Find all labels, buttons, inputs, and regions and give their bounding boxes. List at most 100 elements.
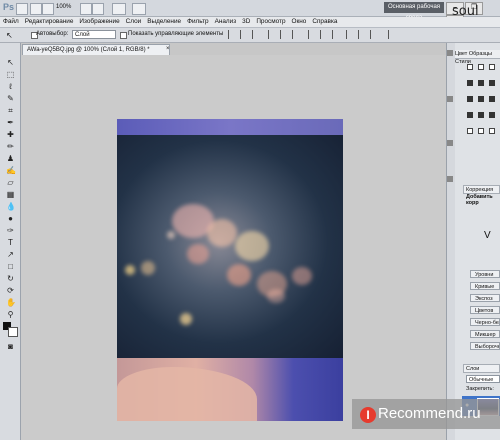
autoselect-label: Автовыбор:: [36, 31, 69, 37]
distribute-bottom-icon[interactable]: [332, 30, 341, 39]
shape-tool-icon[interactable]: □: [6, 262, 15, 271]
lasso-tool-icon[interactable]: ℓ: [6, 82, 15, 91]
menu-layers[interactable]: Слои: [123, 17, 145, 27]
quick-mask-icon[interactable]: ◙: [6, 342, 15, 351]
menu-image[interactable]: Изображение: [76, 17, 122, 27]
menu-filter[interactable]: Фильтр: [184, 17, 211, 27]
align-right-icon[interactable]: [292, 30, 301, 39]
adjust-item-hue[interactable]: Цветов: [470, 306, 500, 314]
style-swatch[interactable]: [467, 112, 473, 118]
3d-rotate-tool-icon[interactable]: ↻: [6, 274, 15, 283]
blend-mode-select[interactable]: Обычные: [466, 375, 500, 383]
close-doc-icon[interactable]: ×: [166, 46, 170, 52]
style-swatch[interactable]: [478, 128, 484, 134]
pen-tool-icon[interactable]: ✑: [6, 226, 15, 235]
style-swatch[interactable]: [489, 112, 495, 118]
marquee-tool-icon[interactable]: ⬚: [6, 70, 15, 79]
brush-tool-icon[interactable]: ✏: [6, 142, 15, 151]
auto-align-icon[interactable]: [388, 30, 397, 39]
distribute-middle-icon[interactable]: [320, 30, 329, 39]
crop-tool-icon[interactable]: ⌗: [6, 106, 15, 115]
style-swatch[interactable]: [478, 96, 484, 102]
adjust-item-exposure[interactable]: Экспоз: [470, 294, 500, 302]
recommend-logo-icon: I: [360, 407, 376, 423]
tab-swatches[interactable]: Образцы: [469, 51, 492, 57]
align-center-icon[interactable]: [280, 30, 289, 39]
move-tool-preset-icon[interactable]: ↖: [6, 31, 13, 40]
dock-icon-2[interactable]: [447, 96, 453, 102]
adjust-item-mixer[interactable]: Микшер: [470, 330, 500, 338]
blur-tool-icon[interactable]: 💧: [6, 202, 16, 211]
view-extras-icon[interactable]: [42, 3, 54, 15]
align-left-icon[interactable]: [268, 30, 277, 39]
rotate-view-icon[interactable]: [92, 3, 104, 15]
screen-mode-icon[interactable]: [132, 3, 146, 15]
document-image[interactable]: [117, 119, 343, 421]
arrange-docs-icon[interactable]: [112, 3, 126, 15]
workspace-switcher-button[interactable]: Основная рабочая среда: [384, 2, 444, 21]
tab-layers[interactable]: Слои: [463, 364, 500, 373]
style-swatch[interactable]: [467, 96, 473, 102]
adjust-item-black-white[interactable]: Черно-бел: [470, 318, 500, 326]
healing-tool-icon[interactable]: ✚: [6, 130, 15, 139]
dodge-tool-icon[interactable]: ●: [6, 214, 15, 223]
levels-preset-icon[interactable]: V: [484, 230, 491, 241]
menu-window[interactable]: Окно: [289, 17, 310, 27]
adjust-item-curves[interactable]: Кривые: [470, 282, 500, 290]
adjust-item-selective[interactable]: Выборочн: [470, 342, 500, 350]
align-top-icon[interactable]: [228, 30, 237, 39]
style-swatch[interactable]: [478, 112, 484, 118]
history-brush-tool-icon[interactable]: ✍: [6, 166, 16, 175]
gradient-tool-icon[interactable]: ▦: [6, 190, 15, 199]
distribute-left-icon[interactable]: [346, 30, 355, 39]
menu-view[interactable]: Просмотр: [253, 17, 288, 27]
photoshop-logo: Ps: [3, 2, 15, 12]
style-swatch[interactable]: [467, 80, 473, 86]
dock-icon-3[interactable]: [447, 140, 453, 146]
type-tool-icon[interactable]: T: [6, 238, 15, 247]
zoom-tool-icon[interactable]: ⚲: [6, 310, 15, 319]
style-swatch[interactable]: [489, 64, 495, 70]
bridge-icon[interactable]: [16, 3, 28, 15]
style-swatch[interactable]: [467, 64, 473, 70]
quick-select-tool-icon[interactable]: ✎: [6, 94, 15, 103]
stamp-tool-icon[interactable]: ♟: [6, 154, 15, 163]
eyedropper-tool-icon[interactable]: ✒: [6, 118, 15, 127]
style-swatch[interactable]: [489, 128, 495, 134]
eraser-tool-icon[interactable]: ▱: [6, 178, 15, 187]
hand-tool-icon[interactable]: ✋: [6, 298, 16, 307]
background-color-swatch[interactable]: [8, 327, 18, 337]
style-swatch[interactable]: [478, 64, 484, 70]
adjust-item-levels[interactable]: Уровни: [470, 270, 500, 278]
style-swatch[interactable]: [489, 96, 495, 102]
show-controls-label: Показать управляющие элементы: [128, 31, 224, 37]
menu-select[interactable]: Выделение: [144, 17, 184, 27]
align-bottom-icon[interactable]: [252, 30, 261, 39]
style-swatch[interactable]: [467, 128, 473, 134]
dock-strip: [446, 43, 455, 440]
tab-color[interactable]: Цвет: [455, 51, 467, 57]
menu-help[interactable]: Справка: [309, 17, 340, 27]
move-tool-icon[interactable]: ↖: [6, 58, 15, 67]
minibridge-icon[interactable]: [30, 3, 42, 15]
menu-analysis[interactable]: Анализ: [212, 17, 240, 27]
3d-camera-tool-icon[interactable]: ⟳: [6, 286, 15, 295]
style-swatch[interactable]: [489, 80, 495, 86]
menu-3d[interactable]: 3D: [239, 17, 253, 27]
zoom-level[interactable]: 100%: [56, 4, 71, 10]
tab-adjustments[interactable]: Коррекция: [463, 185, 500, 194]
path-select-tool-icon[interactable]: ↗: [6, 250, 15, 259]
hand-icon[interactable]: [80, 3, 92, 15]
dock-icon-4[interactable]: [447, 176, 453, 182]
show-controls-checkbox[interactable]: [120, 32, 127, 39]
style-swatch[interactable]: [478, 80, 484, 86]
distribute-top-icon[interactable]: [308, 30, 317, 39]
autoselect-target-select[interactable]: Слой: [72, 30, 116, 39]
distribute-center-icon[interactable]: [358, 30, 367, 39]
menu-file[interactable]: Файл: [0, 17, 22, 27]
align-middle-icon[interactable]: [240, 30, 249, 39]
document-tab[interactable]: AWa-yeQ5BQ.jpg @ 100% (Слой 1, RGB/8) *: [22, 44, 170, 55]
menu-edit[interactable]: Редактирование: [22, 17, 77, 27]
distribute-right-icon[interactable]: [370, 30, 379, 39]
dock-icon-1[interactable]: [447, 50, 453, 56]
